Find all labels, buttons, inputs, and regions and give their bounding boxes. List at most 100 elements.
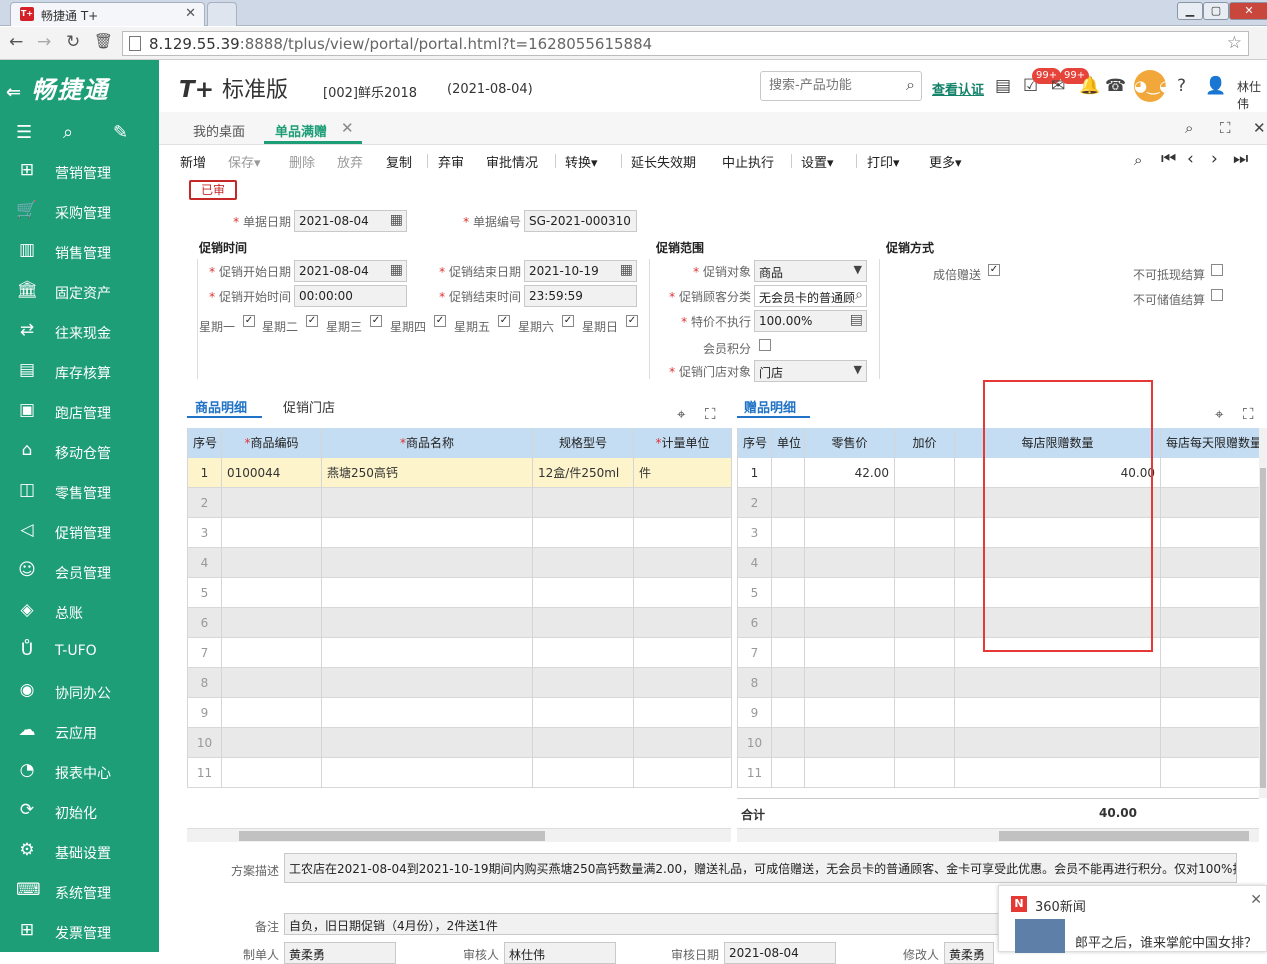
table-cell[interactable]: [1161, 728, 1260, 758]
table-cell[interactable]: [772, 668, 805, 698]
assistant-avatar[interactable]: ◕‿◕: [1134, 70, 1172, 102]
table-cell[interactable]: [634, 518, 732, 548]
table-cell[interactable]: [222, 638, 322, 668]
column-header[interactable]: *计量单位: [634, 428, 732, 458]
menu-icon[interactable]: ☰: [16, 122, 32, 143]
table-cell[interactable]: [1161, 458, 1260, 488]
customer-class-field[interactable]: 无会员卡的普通顾 ⌕: [754, 285, 867, 307]
column-header[interactable]: 加价: [895, 428, 955, 458]
new-button[interactable]: 新增: [180, 152, 206, 171]
table-cell[interactable]: [772, 518, 805, 548]
find-record-icon[interactable]: ⌕: [1134, 151, 1142, 169]
window-close-icon[interactable]: ✕: [1229, 2, 1267, 20]
table-cell[interactable]: [322, 548, 533, 578]
table-cell[interactable]: 12盒/件250ml: [533, 458, 634, 488]
table-cell[interactable]: [1161, 548, 1260, 578]
news-headline[interactable]: 郎平之后，谁来掌舵中国女排？: [1075, 932, 1257, 951]
table-cell[interactable]: [1161, 608, 1260, 638]
no-cash-checkbox[interactable]: [1211, 264, 1223, 276]
back-icon[interactable]: ←: [9, 32, 23, 52]
special-price-field[interactable]: 100.00% ▤: [754, 310, 867, 332]
table-cell[interactable]: [222, 758, 322, 788]
sidebar-item[interactable]: ⇄ 往来现金: [0, 312, 159, 352]
no-stored-value-checkbox[interactable]: [1211, 289, 1223, 301]
table-cell[interactable]: [955, 698, 1161, 728]
table-cell[interactable]: [222, 608, 322, 638]
table-row[interactable]: 5: [188, 578, 732, 608]
table-row[interactable]: 9: [188, 698, 732, 728]
table-row[interactable]: 10: [738, 728, 1260, 758]
table-cell[interactable]: 燕塘250高钙: [322, 458, 533, 488]
table-cell[interactable]: [895, 488, 955, 518]
view-certification-link[interactable]: 查看认证: [932, 79, 984, 98]
forward-icon[interactable]: →: [37, 32, 51, 52]
table-cell[interactable]: [1161, 668, 1260, 698]
start-date-field[interactable]: 2021-08-04 ▦: [294, 260, 407, 282]
table-cell[interactable]: 42.00: [805, 458, 895, 488]
column-header[interactable]: *商品编码: [222, 428, 322, 458]
member-points-checkbox[interactable]: [759, 339, 771, 351]
location-icon[interactable]: ⌖: [1215, 405, 1223, 423]
table-cell[interactable]: [1161, 488, 1260, 518]
sidebar-item[interactable]: ☺ 会员管理: [0, 552, 159, 592]
table-cell[interactable]: [772, 488, 805, 518]
table-cell[interactable]: [634, 488, 732, 518]
table-row[interactable]: 7: [188, 638, 732, 668]
doc-date-field[interactable]: 2021-08-04 ▦: [294, 210, 407, 232]
column-header[interactable]: *商品名称: [322, 428, 533, 458]
company-name[interactable]: [002]鲜乐2018: [323, 82, 417, 101]
edit-nav-icon[interactable]: ✎: [113, 122, 128, 143]
table-cell[interactable]: [805, 698, 895, 728]
table-cell[interactable]: [533, 728, 634, 758]
tab-gift-detail[interactable]: 赠品明细: [744, 397, 796, 416]
calendar-icon[interactable]: ▦: [390, 212, 403, 228]
table-cell[interactable]: [895, 728, 955, 758]
table-cell[interactable]: [805, 578, 895, 608]
weekday-checkbox[interactable]: ✓: [562, 315, 574, 327]
table-cell[interactable]: [895, 758, 955, 788]
calculator-icon[interactable]: ▤: [850, 312, 863, 328]
tab-close-icon[interactable]: ✕: [341, 119, 354, 137]
news-popup[interactable]: N 360新闻 ✕ 郎平之后，谁来掌舵中国女排？: [998, 885, 1267, 953]
sidebar-item[interactable]: ⟳ 初始化: [0, 792, 159, 832]
extend-expiry-button[interactable]: 延长失效期: [631, 152, 696, 171]
tab-desktop[interactable]: 我的桌面: [193, 121, 245, 140]
sidebar-item[interactable]: Ů T-UFO: [0, 632, 159, 672]
table-cell[interactable]: [805, 488, 895, 518]
table-cell[interactable]: [533, 638, 634, 668]
calendar-icon[interactable]: ▦: [390, 262, 403, 278]
table-row[interactable]: 1 0100044 燕塘250高钙 12盒/件250ml 件: [188, 458, 732, 488]
end-time-field[interactable]: 23:59:59: [524, 285, 637, 307]
table-cell[interactable]: [634, 578, 732, 608]
table-cell[interactable]: [1161, 698, 1260, 728]
table-cell[interactable]: [322, 728, 533, 758]
table-cell[interactable]: [772, 758, 805, 788]
table-cell[interactable]: [805, 758, 895, 788]
target-select[interactable]: 商品 ▼: [754, 260, 867, 282]
table-row[interactable]: 10: [188, 728, 732, 758]
table-cell[interactable]: [772, 548, 805, 578]
last-record-icon[interactable]: ⏭: [1233, 149, 1248, 169]
sidebar-item[interactable]: ◈ 总账: [0, 592, 159, 632]
column-header[interactable]: 零售价: [805, 428, 895, 458]
table-cell[interactable]: [895, 698, 955, 728]
calculator-icon[interactable]: ▤: [995, 76, 1011, 96]
table-cell[interactable]: [805, 638, 895, 668]
table-cell[interactable]: [533, 548, 634, 578]
close-icon[interactable]: ✕: [1253, 119, 1266, 137]
lookup-icon[interactable]: ⌕: [855, 287, 863, 303]
table-cell[interactable]: [322, 698, 533, 728]
unapprove-button[interactable]: 弃审: [438, 152, 464, 171]
scrollbar-thumb[interactable]: [1260, 468, 1266, 788]
table-cell[interactable]: [533, 698, 634, 728]
weekday-checkbox[interactable]: ✓: [626, 315, 638, 327]
sidebar-item[interactable]: 🛒 采购管理: [0, 192, 159, 232]
tab-product-detail[interactable]: 商品明细: [195, 397, 247, 416]
column-header[interactable]: 序号: [738, 428, 772, 458]
copy-button[interactable]: 复制: [386, 152, 412, 171]
table-cell[interactable]: [533, 488, 634, 518]
table-cell[interactable]: [322, 758, 533, 788]
table-cell[interactable]: [533, 668, 634, 698]
table-cell[interactable]: [895, 608, 955, 638]
fullscreen-icon[interactable]: ⛶: [1243, 405, 1254, 423]
